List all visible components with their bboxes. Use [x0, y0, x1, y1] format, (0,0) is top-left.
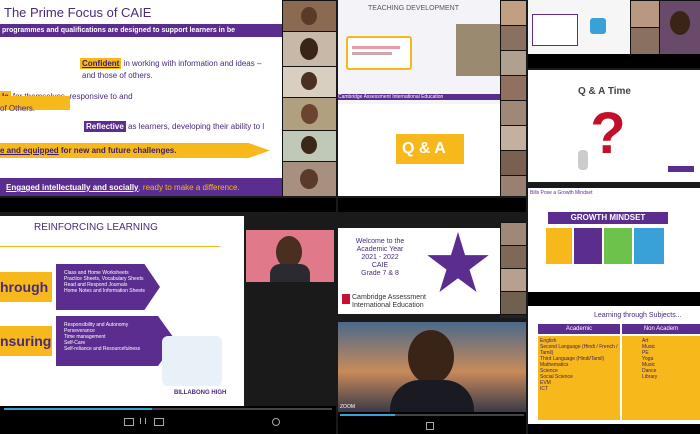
growth-box-3 [604, 228, 632, 264]
participant-video[interactable] [500, 50, 526, 76]
top-right-slide [528, 0, 630, 54]
participant-video[interactable] [282, 31, 336, 67]
label-through: hrough [0, 279, 49, 295]
teaching-footer: Cambridge Assessment International Educa… [338, 94, 500, 100]
growth-box-2 [574, 228, 602, 264]
underline [0, 246, 220, 247]
slide-subtitle-banner: programmes and qualifications are design… [0, 24, 282, 37]
slide-icon [590, 18, 606, 34]
progress-bar[interactable] [4, 408, 332, 410]
logo-icon [668, 166, 694, 172]
speaker-video[interactable]: ZOOM [338, 322, 526, 412]
list-ensuring: Responsibility and Autonomy Perseverance… [64, 322, 141, 352]
growth-slide: Bills Pose a Growth Mindset GROWTH MINDS… [528, 188, 700, 292]
participant-video[interactable] [630, 0, 660, 28]
participant-video[interactable] [500, 222, 526, 246]
participant-video[interactable] [659, 0, 700, 54]
participant-video[interactable] [500, 75, 526, 101]
bullet-others: of Others. [0, 104, 36, 113]
progress-bar[interactable] [340, 414, 524, 416]
subjects-col1: Academic [538, 324, 620, 334]
slide-box [532, 14, 578, 46]
bullet-confident-cont: and those of others. [82, 71, 153, 80]
slide-title: The Prime Focus of CAIE [4, 5, 152, 20]
rewind-icon[interactable] [124, 418, 134, 426]
qa-slide: Q & A [338, 104, 500, 196]
player-controls-bottom-left[interactable] [0, 406, 336, 434]
logo-billabong: BILLABONG HIGH [174, 390, 227, 396]
bullet-engaged: Engaged intellectually and socially, rea… [6, 183, 240, 192]
student-illustration-icon [162, 336, 222, 386]
bullet-confident: Confident in working with information an… [80, 58, 262, 69]
participant-video[interactable] [282, 130, 336, 162]
subjects-slide: Learning through Subjects... Academic No… [528, 306, 700, 424]
player-controls-bottom-right[interactable] [528, 424, 700, 434]
qa-time-title: Q & A Time [578, 86, 631, 97]
participant-video[interactable] [282, 0, 336, 32]
play-icon[interactable] [426, 422, 434, 430]
bullet-reflective: Reflective as learners, developing their… [84, 121, 265, 132]
academic-list: English Second Language (Hindi / French … [538, 336, 620, 420]
growth-box-4 [634, 228, 664, 264]
reinforce-title: REINFORCING LEARNING [34, 222, 158, 233]
participant-video[interactable] [500, 125, 526, 151]
settings-icon[interactable] [272, 418, 280, 426]
growth-title: GROWTH MINDSET [548, 212, 668, 224]
welcome-lines: Welcome to the Academic Year 2021 - 2022… [355, 238, 405, 277]
teaching-card [346, 36, 412, 70]
player-controls-bottom-middle[interactable] [338, 412, 526, 434]
player-controls-top-left[interactable] [0, 198, 336, 212]
participants-strip-2 [500, 0, 526, 196]
welcome-slide: Welcome to the Academic Year 2021 - 2022… [338, 228, 500, 314]
label-ensuring: nsuring [0, 333, 52, 349]
org-name: Cambridge Assessment [352, 294, 426, 301]
participant-video[interactable] [500, 0, 526, 26]
list-through: Class and Home Worksheets Practice Sheet… [64, 270, 145, 294]
subjects-col2: Non Academ [622, 324, 700, 334]
participant-video[interactable] [282, 161, 336, 196]
reinforce-slide: REINFORCING LEARNING hrough Class and Ho… [0, 216, 244, 406]
participant-video[interactable] [282, 97, 336, 131]
question-mark-icon: ? [590, 101, 626, 166]
figure-icon [578, 150, 588, 170]
participants-strip-4 [500, 222, 526, 318]
bullet-equipped: e and equipped for new and future challe… [0, 146, 177, 155]
participants-strip-1 [282, 0, 336, 196]
teaching-photo [456, 24, 500, 76]
participant-video[interactable] [630, 27, 660, 54]
participant-video[interactable] [500, 268, 526, 292]
growth-banner: Bills Pose a Growth Mindset [530, 190, 593, 196]
cambridge-shield-icon [342, 294, 350, 304]
qa-time-slide: Q & A Time ? [528, 70, 700, 182]
nonacademic-list: Art Music PE Yoga Music Dance Library [622, 336, 700, 420]
presenter-video[interactable] [246, 230, 334, 282]
participants-strip-3 [630, 0, 700, 54]
participant-video[interactable] [500, 100, 526, 126]
participant-video[interactable] [500, 150, 526, 176]
pause-icon[interactable] [140, 418, 146, 424]
participant-video[interactable] [500, 245, 526, 269]
player-controls-right[interactable] [528, 292, 700, 306]
teaching-title: TEACHING DEVELOPMENT [368, 5, 460, 12]
subjects-title: Learning through Subjects... [594, 312, 682, 319]
caie-focus-slide: The Prime Focus of CAIE programmes and q… [0, 0, 282, 196]
teaching-slide: TEACHING DEVELOPMENT Cambridge Assessmen… [338, 0, 500, 104]
participant-video[interactable] [500, 175, 526, 196]
participant-video[interactable] [500, 291, 526, 315]
growth-box-1 [546, 228, 572, 264]
qa-text: Q & A [402, 140, 446, 157]
participant-video[interactable] [500, 25, 526, 51]
participant-video[interactable] [282, 66, 336, 98]
star-icon [427, 232, 489, 293]
player-controls-top-middle[interactable] [338, 198, 526, 212]
zoom-label: ZOOM [340, 404, 355, 410]
org-sub: International Education [352, 302, 424, 309]
forward-icon[interactable] [154, 418, 164, 426]
player-controls-top-right[interactable] [528, 54, 700, 68]
